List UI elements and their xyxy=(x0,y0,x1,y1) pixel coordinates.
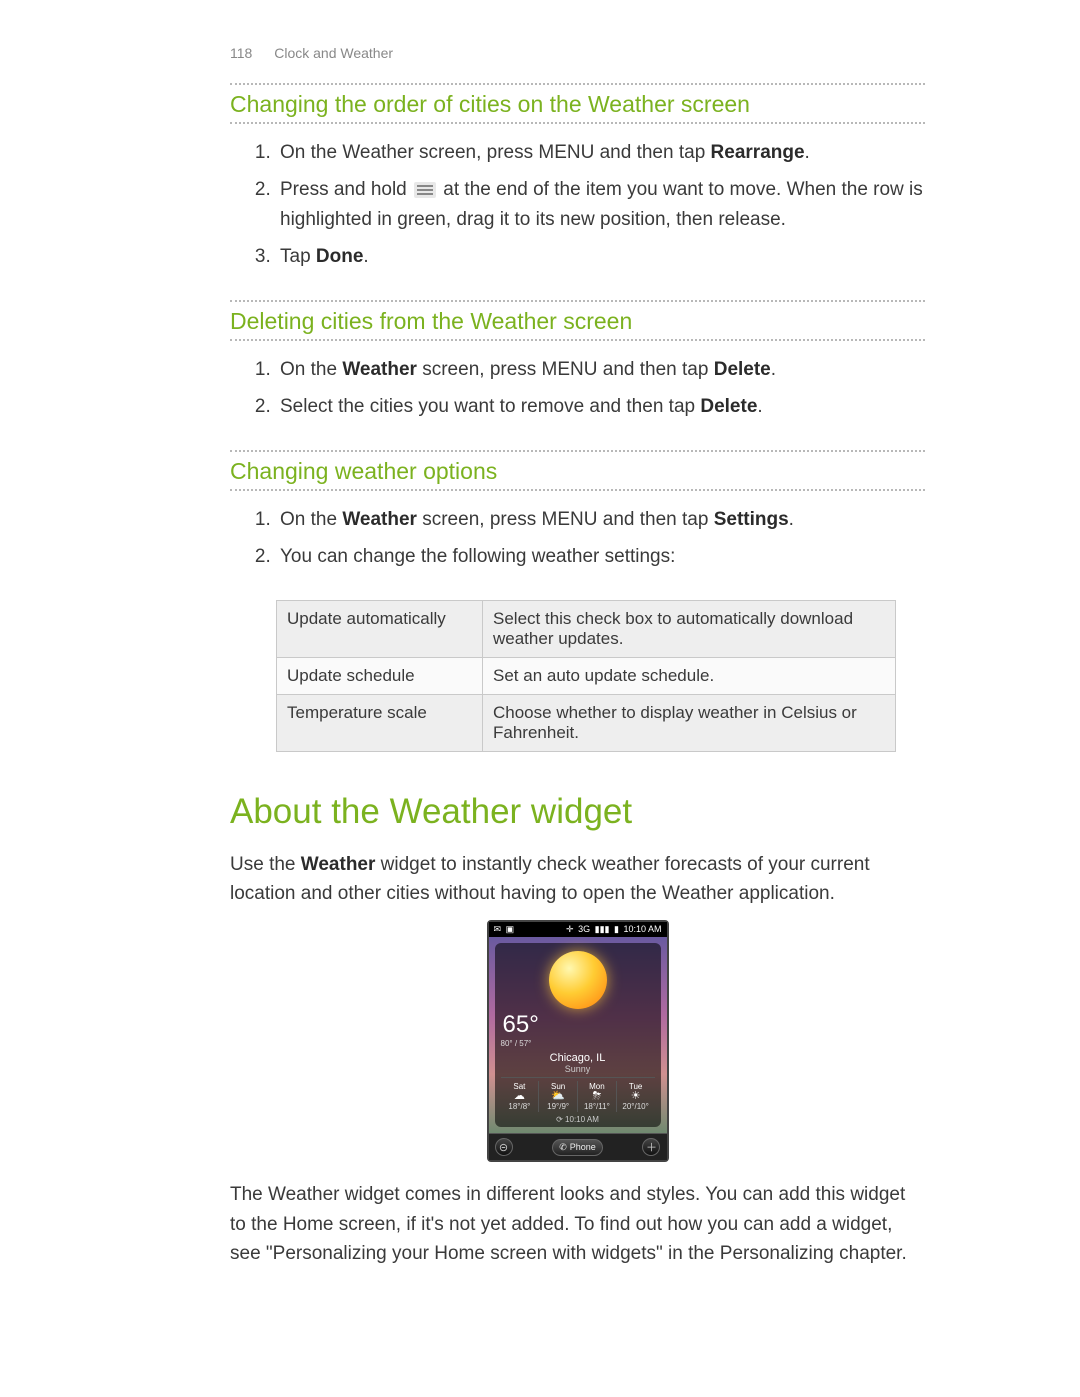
phone-icon: ✆ xyxy=(559,1142,567,1153)
list-item: On the Weather screen, press MENU and th… xyxy=(276,355,925,384)
weather-widget: 65° 80° / 57° Chicago, IL Sunny Sat ☁ 18… xyxy=(489,937,667,1133)
heading-about-weather-widget: About the Weather widget xyxy=(230,792,925,832)
apps-icon: ⊝ xyxy=(495,1138,513,1156)
forecast-day: Sat ☁ 18°/8° xyxy=(501,1081,540,1112)
picture-icon: ▣ xyxy=(506,924,515,934)
list-item: On the Weather screen, press MENU and th… xyxy=(276,505,925,534)
network-icon: 3G xyxy=(578,924,590,934)
list-item: Press and hold at the end of the item yo… xyxy=(276,175,925,234)
setting-name: Update automatically xyxy=(277,600,483,657)
mail-icon: ✉ xyxy=(494,924,502,934)
phone-screenshot: ✉ ▣ ✛ 3G ▮▮▮ ▮ 10:10 AM 65° 80° / 5 xyxy=(230,920,925,1162)
table-row: Temperature scale Choose whether to disp… xyxy=(277,694,896,751)
phone-frame: ✉ ▣ ✛ 3G ▮▮▮ ▮ 10:10 AM 65° 80° / 5 xyxy=(487,920,669,1162)
section-name: Clock and Weather xyxy=(274,45,393,61)
page-number: 118 xyxy=(230,45,252,61)
forecast-day: Sun ⛅ 19°/9° xyxy=(539,1081,578,1112)
signal-icon: ▮▮▮ xyxy=(595,924,610,934)
weather-card: 65° 80° / 57° Chicago, IL Sunny Sat ☁ 18… xyxy=(495,943,661,1127)
weather-icon: ☀ xyxy=(617,1091,655,1102)
divider xyxy=(230,300,925,302)
table-row: Update schedule Set an auto update sched… xyxy=(277,657,896,694)
status-bar: ✉ ▣ ✛ 3G ▮▮▮ ▮ 10:10 AM xyxy=(489,922,667,937)
forecast-row: Sat ☁ 18°/8° Sun ⛅ 19°/9° Mon ⛈ 18°/ xyxy=(501,1081,655,1112)
steps-deleting-cities: On the Weather screen, press MENU and th… xyxy=(230,355,925,422)
weather-icon: ☁ xyxy=(501,1091,539,1102)
steps-weather-options: On the Weather screen, press MENU and th… xyxy=(230,505,925,572)
setting-desc: Select this check box to automatically d… xyxy=(483,600,896,657)
heading-weather-options: Changing weather options xyxy=(230,458,925,485)
phone-dock: ⊝ ✆ Phone ＋ xyxy=(489,1133,667,1160)
battery-icon: ▮ xyxy=(614,924,619,934)
city-name: Chicago, IL xyxy=(501,1052,655,1064)
list-item: You can change the following weather set… xyxy=(276,542,925,571)
heading-deleting-cities: Deleting cities from the Weather screen xyxy=(230,308,925,335)
setting-name: Temperature scale xyxy=(277,694,483,751)
page-header: 118 Clock and Weather xyxy=(230,45,925,61)
list-item: Select the cities you want to remove and… xyxy=(276,392,925,421)
divider xyxy=(230,339,925,341)
setting-desc: Choose whether to display weather in Cel… xyxy=(483,694,896,751)
status-time: 10:10 AM xyxy=(623,924,661,934)
sun-icon xyxy=(549,951,607,1009)
heading-changing-order: Changing the order of cities on the Weat… xyxy=(230,91,925,118)
forecast-day: Tue ☀ 20°/10° xyxy=(617,1081,655,1112)
body-paragraph: Use the Weather widget to instantly chec… xyxy=(230,850,925,909)
setting-name: Update schedule xyxy=(277,657,483,694)
steps-changing-order: On the Weather screen, press MENU and th… xyxy=(230,138,925,272)
body-paragraph: The Weather widget comes in different lo… xyxy=(230,1180,925,1268)
list-item: Tap Done. xyxy=(276,242,925,271)
current-temp: 65° xyxy=(503,1011,539,1039)
gps-icon: ✛ xyxy=(566,924,574,934)
weather-icon: ⛈ xyxy=(578,1091,616,1102)
hi-lo-temp: 80° / 57° xyxy=(501,1039,655,1048)
setting-desc: Set an auto update schedule. xyxy=(483,657,896,694)
update-time: ⟳ 10:10 AM xyxy=(501,1115,655,1124)
divider xyxy=(230,450,925,452)
condition-text: Sunny xyxy=(501,1064,655,1078)
table-row: Update automatically Select this check b… xyxy=(277,600,896,657)
document-page: 118 Clock and Weather Changing the order… xyxy=(0,0,1080,1341)
drag-handle-icon xyxy=(414,182,436,198)
weather-settings-table: Update automatically Select this check b… xyxy=(276,600,896,752)
forecast-day: Mon ⛈ 18°/11° xyxy=(578,1081,617,1112)
phone-button: ✆ Phone xyxy=(552,1139,603,1156)
divider xyxy=(230,122,925,124)
add-icon: ＋ xyxy=(642,1138,660,1156)
list-item: On the Weather screen, press MENU and th… xyxy=(276,138,925,167)
divider xyxy=(230,83,925,85)
weather-icon: ⛅ xyxy=(539,1091,577,1102)
divider xyxy=(230,489,925,491)
